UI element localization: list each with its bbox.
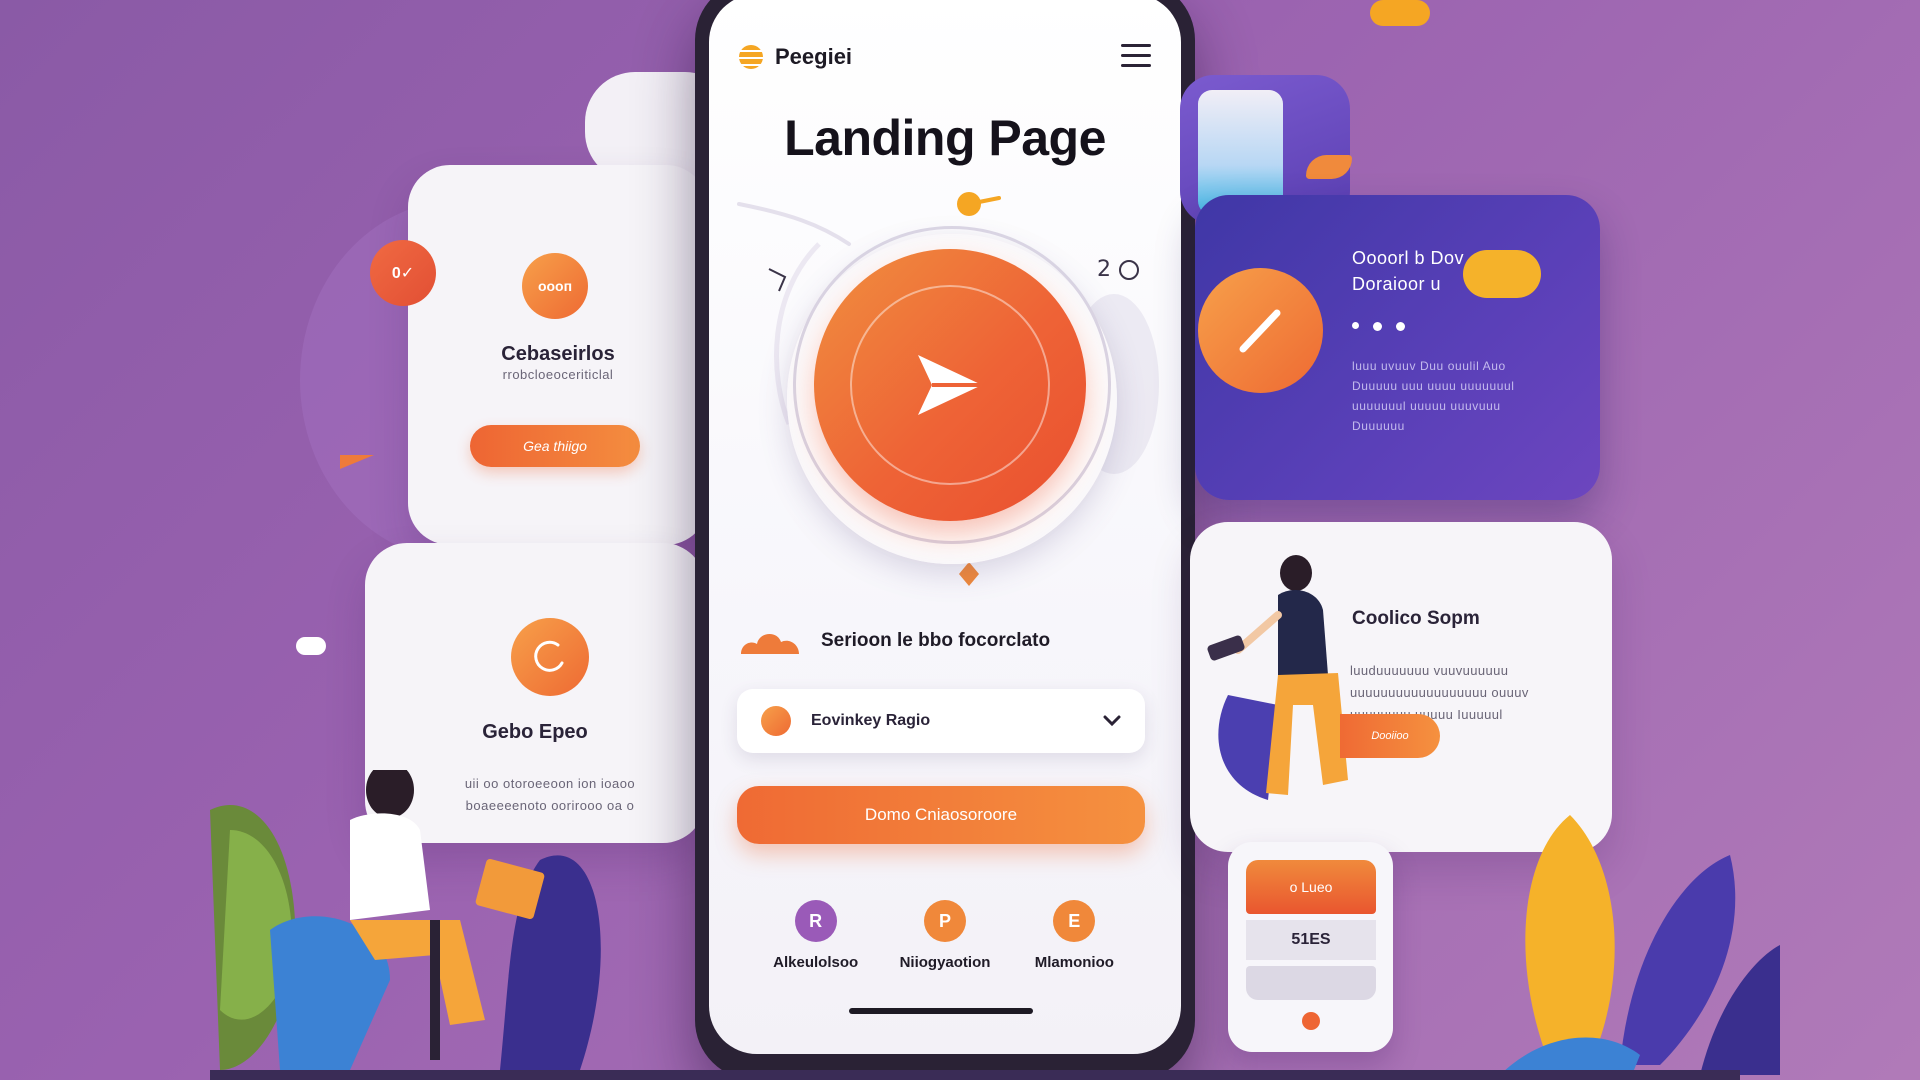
progress-dots [1352, 322, 1405, 331]
loading-arc-icon [511, 618, 589, 696]
background-cloud [1370, 0, 1430, 26]
nav-item-label: Alkeulolsoo [773, 954, 859, 971]
dropdown-value: Eovinkey Ragio [811, 712, 931, 729]
mini-device-dot [1302, 1012, 1320, 1030]
nav-item-label: Mlamonioo [1034, 954, 1114, 971]
right-card-top-heading-line2: Doraioor u [1352, 274, 1442, 294]
left-card-bottom-title: Gebo Epeo [482, 721, 588, 743]
right-card-top-body: luuu uvuuv Duu ouulil Auo Duuuuu uuu uuu… [1352, 359, 1515, 433]
person-with-laptop-illustration [210, 770, 601, 1070]
left-card-top: оооп Cebaseirlos rrobcloeoceriticlal Gea… [408, 165, 708, 545]
page-title: Landing Page [784, 110, 1106, 166]
nav-item-2[interactable]: P Niiogyaotion [880, 900, 1009, 971]
cloud-icon [741, 633, 799, 654]
category-icon: оооп [522, 253, 588, 319]
left-card-top-subtitle: rrobcloeoceriticlal [502, 367, 614, 382]
floor-line [210, 1070, 1740, 1080]
phone-mockup: Peegiei Landing Page 2 Serioon le bbo fo… [695, 0, 1195, 1080]
mini-device: o Lueo 51ES [1228, 842, 1393, 1052]
bottom-nav: R Alkeulolsoo P Niiogyaotion E Mlamonioo [709, 900, 1181, 971]
option-dropdown[interactable]: Eovinkey Ragio [737, 689, 1145, 753]
play-button[interactable] [814, 249, 1086, 521]
yellow-cloud-decoration [1463, 250, 1541, 298]
nav-3-icon: E [1053, 900, 1096, 942]
person-with-phone-illustration [1207, 555, 1348, 800]
small-cloud-decoration [296, 637, 326, 655]
section-heading-row: Serioon le bbo focorclato [737, 626, 1050, 656]
brand-logo-icon [739, 45, 763, 69]
check-badge-icon: 0✓ [370, 240, 436, 306]
nav-item-label: Niiogyaotion [899, 954, 991, 971]
home-indicator [849, 1008, 1033, 1014]
nav-item-3[interactable]: E Mlamonioo [1010, 900, 1139, 971]
foliage-illustration [1500, 815, 1780, 1080]
paper-plane-decoration [340, 455, 374, 469]
mini-device-mid: 51ES [1246, 920, 1376, 960]
illustration-stage: оооп Cebaseirlos rrobcloeoceriticlal Gea… [0, 0, 1920, 1080]
mini-device-top: o Lueo [1246, 860, 1376, 914]
brand[interactable]: Peegiei [739, 44, 852, 70]
left-card-top-button[interactable]: Gea thiigo [470, 425, 640, 467]
left-card-top-title: Cebaseirlos [501, 343, 615, 365]
dropdown-dot-icon [761, 706, 791, 736]
play-inner-ring [850, 285, 1050, 485]
side-number-text: 2 [1097, 257, 1111, 282]
nav-1-icon: R [794, 900, 837, 942]
right-card-bottom-button[interactable]: Dooiioo [1340, 714, 1440, 758]
right-card-top-heading: Oooorl b Dov Doraioor u [1352, 245, 1464, 297]
right-card-top-heading-line1: Oooorl b Dov [1352, 248, 1465, 268]
hamburger-menu-icon[interactable] [1121, 44, 1151, 68]
nav-2-icon: P [923, 900, 966, 942]
phone-screen: Peegiei Landing Page 2 Serioon le bbo fo… [709, 0, 1181, 1054]
right-card-bottom-title: Coolico Sopm [1352, 608, 1480, 629]
mini-device-bottom [1246, 966, 1376, 1000]
chevron-down-icon [1103, 715, 1121, 727]
primary-cta-button[interactable]: Domo Cniaosoroore [737, 786, 1145, 844]
brand-name: Peegiei [775, 44, 853, 69]
pencil-icon [1198, 268, 1323, 393]
nav-item-1[interactable]: R Alkeulolsoo [751, 900, 880, 971]
section-label: Serioon le bbo focorclato [821, 630, 1051, 651]
